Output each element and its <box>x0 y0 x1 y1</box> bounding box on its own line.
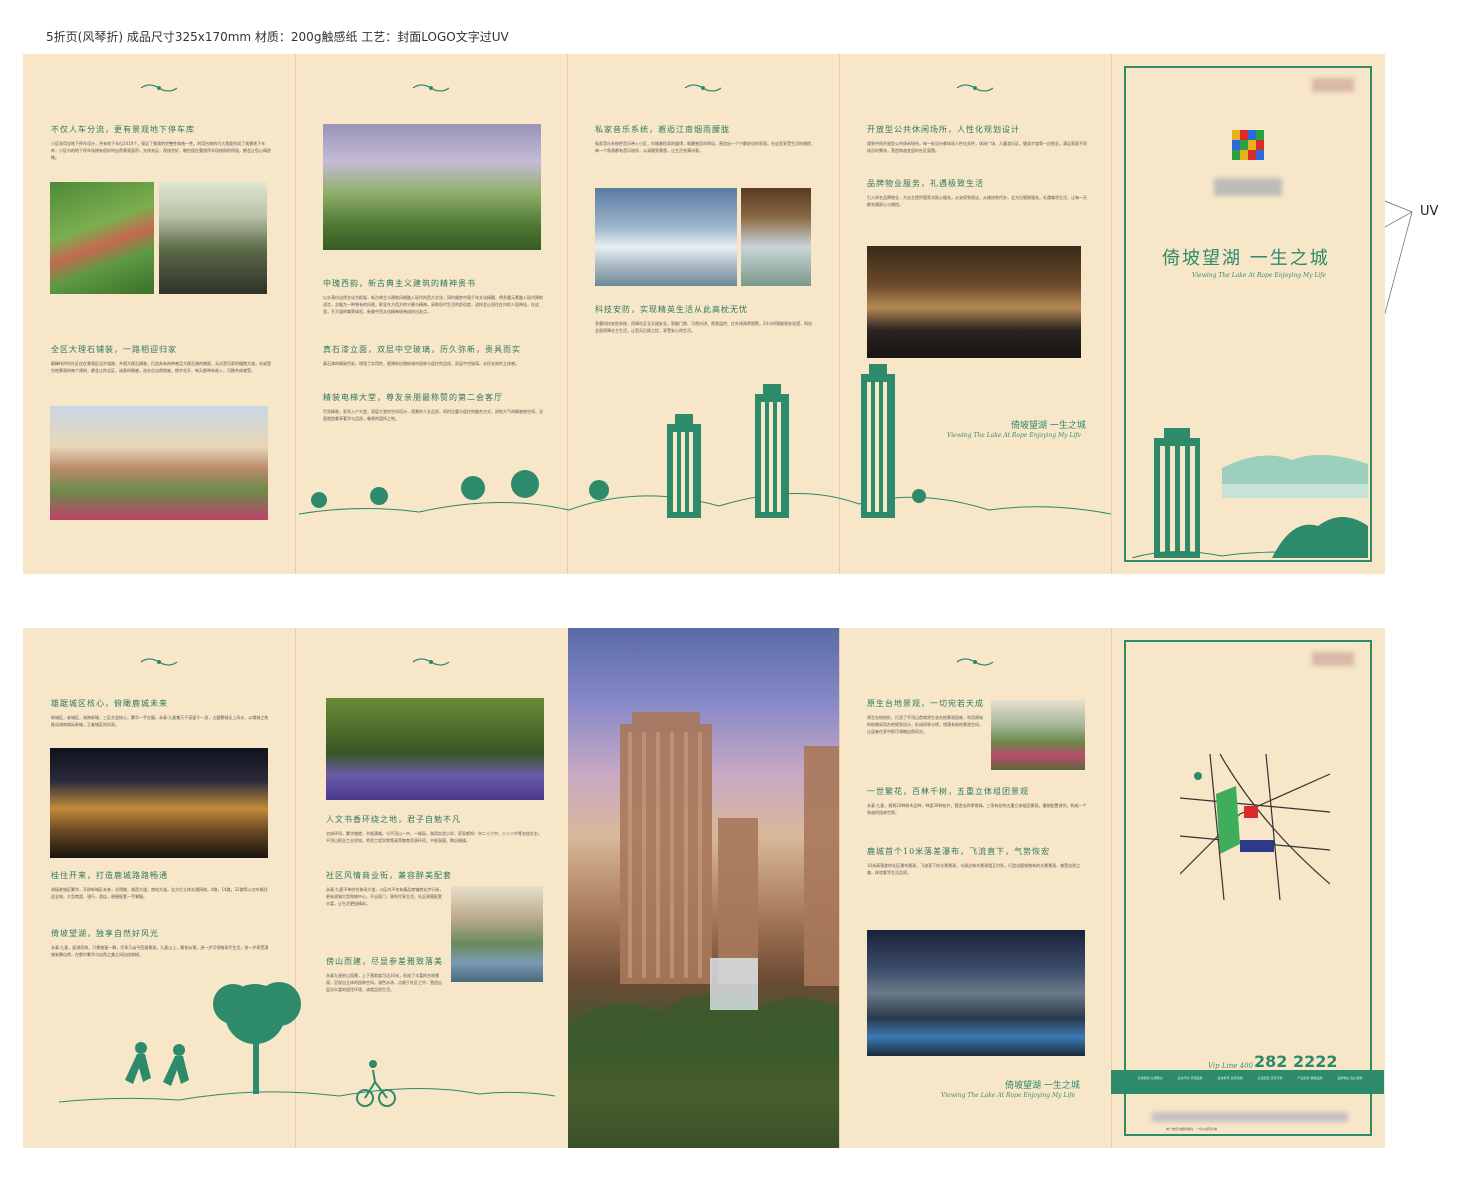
section-heading: 科技安防，实现精英生活从此高枕无忧 <box>595 305 748 314</box>
terrace-garden-photo <box>991 700 1085 770</box>
section-text: 引入知名品牌物业，为业主提供管家式贴心服务，从安保到保洁，从维修到代办，全方位细… <box>867 195 1087 207</box>
hero-towers-silhouette <box>568 712 839 1148</box>
section-heading: 真石漆立面，双层中空玻璃，历久弥新，贵具而实 <box>323 345 521 354</box>
residential-towers-photo <box>50 406 268 520</box>
cover-slogan: 倚坡望湖 一生之城 <box>1162 248 1330 269</box>
ornament-icon <box>956 84 994 92</box>
night-pool-photo <box>867 930 1085 1056</box>
section-text: 永泰·九星，规划24种树木品种，种类30种花卉，营造出四季常绿，三季有花的五重立… <box>867 803 1087 815</box>
feature-item: 生活配套 应有尽有 <box>1257 1076 1283 1080</box>
section-text: 以水滴仿自然文化为框架，新古典主义建筑风格融入现代的西方文化，同时顺势中国千年文… <box>323 295 543 314</box>
section-heading: 不仅人车分流，更有景观地下停车库 <box>51 125 195 134</box>
developer-logo-blurred <box>1312 652 1354 666</box>
feature-item: 产品优势 精致品质 <box>1297 1076 1323 1080</box>
kids-tree-illustration <box>59 982 555 1107</box>
hotel-entrance-photo <box>867 246 1081 358</box>
section-text: 多重科技安防系统，保障社区全天候安全，智能门禁、可视对讲、视频监控、红外线周界报… <box>595 321 813 333</box>
skyline-illustration <box>299 364 1111 518</box>
fold-line <box>1111 54 1112 574</box>
project-logo-icon <box>1232 130 1264 160</box>
underground-garage-photo <box>159 182 267 294</box>
section-heading: 倚坡望湖，独享自然好风光 <box>51 929 159 938</box>
ornament-icon <box>412 658 450 666</box>
feature-item: 交通便捷 交通畅达 <box>1137 1076 1163 1080</box>
hero-towers-photo <box>568 628 839 1148</box>
back-cover: Vip Line 400 282 2222 本广告仅为要约邀请，一切以合同为准 <box>1124 640 1372 1136</box>
top-sheet: 不仅人车分流，更有景观地下停车库 小区采用全地下停车设计，共有地下车位2410个… <box>23 54 1385 574</box>
section-heading: 社区风情商业街，兼容醉美配套 <box>326 871 452 880</box>
spec-note: 5折页(风琴折) 成品尺寸325x170mm 材质：200g触感纸 工艺：封面L… <box>46 30 509 44</box>
section-text: 新城区，老城区，湖南新城，三区交会核心，繁华一手在握。永泰·九星集万千宠爱于一身… <box>51 715 269 727</box>
section-text: 原生台地地形，打造了平顶山首席原生态台地景观园林，利用原始的地貌采用台地规划设计… <box>867 715 983 734</box>
section-heading: 人文书香环绕之地，君子自勉不凡 <box>326 815 461 824</box>
section-heading: 桂住开来，打造鹿城路路畅通 <box>51 871 168 880</box>
section-text: 10米高落差的社区瀑布景观，飞流直下的水景景观，与周边林木景观相互衬托，打造出鹿… <box>867 863 1081 875</box>
section-text: 小区采用全地下停车设计，共有地下车位2410个，保证了景观的完整性和统一性。利用… <box>51 141 271 160</box>
panel-slogan-en: Viewing The Lake At Rope Enjoying My Lif… <box>941 1092 1076 1099</box>
section-heading: 一世繁花，百林千树，五重立体组团景观 <box>867 787 1029 796</box>
project-name-blurred <box>1214 178 1282 196</box>
section-text: 永泰·九星，面湖而筑，只需推窗一瞬，尽享万亩平西湖景观，九星山上，繁花似锦，进一… <box>51 945 269 957</box>
ornament-icon <box>412 84 450 92</box>
section-text: 名校环伺，繁华铺就，书香满城，与平顶山一中，一格局，湖滨实验小学，家家都知：市二… <box>326 831 542 843</box>
section-heading: 私家音乐系统，邂逅江南烟雨朦胧 <box>595 125 730 134</box>
bottom-sheet: 雄踞城区核心，俯瞰鹿城未来 新城区，老城区，湖南新城，三区交会核心，繁华一手在握… <box>23 628 1385 1148</box>
ornament-icon <box>140 658 178 666</box>
panel-slogan: 倚坡望湖 一生之城 <box>1005 1081 1080 1091</box>
ornament-icon <box>140 84 178 92</box>
garden-path-photo <box>50 182 154 294</box>
section-text: 颠峰伟岸的社区仅在景观区设步道路，并随大理石铺装，打造具有热带感且大理石铺的铺面… <box>51 361 271 373</box>
tower-lake-photo <box>451 886 543 982</box>
location-map <box>1180 754 1330 900</box>
section-heading: 开放型公共休闲场所，人性化规划设计 <box>867 125 1020 134</box>
pavilion-mist-photo <box>741 188 811 286</box>
fountain-garden-photo <box>323 124 541 250</box>
bottom-panel-4: 原生台地景观，一切宛若天成 原生台地地形，打造了平顶山首席原生态台地景观园林，利… <box>839 628 1111 1148</box>
forest-painting-photo <box>326 698 544 800</box>
section-heading: 品牌物业服务，礼遇极致生活 <box>867 179 984 188</box>
hotline-number: 282 2222 <box>1254 1052 1338 1071</box>
footer-disclaimer: 本广告仅为要约邀请，一切以合同为准 <box>1166 1127 1218 1131</box>
section-heading: 傍山而建，尽显参差雅致落美 <box>326 957 443 966</box>
section-heading: 雄踞城区核心，俯瞰鹿城未来 <box>51 699 168 708</box>
section-text: 永泰·九星不单综合休闲大道，小区内不仅有精品商铺商业步行街，更有双城大型购物中心… <box>326 887 444 906</box>
developer-logo-blurred <box>1312 78 1354 92</box>
lake-tower-illustration <box>1132 428 1368 558</box>
address-blurred <box>1152 1112 1348 1122</box>
ornament-icon <box>956 658 994 666</box>
section-heading: 原生台地景观，一切宛若天成 <box>867 699 984 708</box>
cover-slogan-en: Viewing The Lake At Rope Enjoying My Lif… <box>1192 272 1327 279</box>
feature-item: 名校教育 资源优越 <box>1217 1076 1243 1080</box>
top-panel-1: 不仅人车分流，更有景观地下停车库 小区采用全地下停车设计，共有地下车位2410个… <box>23 54 295 574</box>
section-text: 私家音乐系统把音乐带入小区，伴随着悦耳的旋律，唤醒感官的律动，营造出一个宁静舒适… <box>595 141 815 153</box>
feature-bar: 交通便捷 交通畅达 生态环境 景观宜居 名校教育 资源优越 生活配套 应有尽有 … <box>1111 1070 1384 1094</box>
vip-label: Vip Line 400 <box>1208 1062 1254 1070</box>
section-heading: 中瑰西韵，新古典主义建筑的精神贵书 <box>323 279 476 288</box>
uv-label: UV <box>1420 204 1439 219</box>
swan-fountain-photo <box>595 188 737 286</box>
ornament-icon <box>684 84 722 92</box>
feature-item: 品牌物业 贴心服务 <box>1337 1076 1363 1080</box>
front-cover: 倚坡望湖 一生之城 Viewing The Lake At Rope Enjoy… <box>1124 66 1372 562</box>
section-text: 承接老城区繁华，开辟新城区未来，光明路，湖滨大道，南电大道，全方位立体交通网络，… <box>51 887 268 899</box>
section-heading: 鹿城首个10米落差瀑布，飞流直下，气势恢宏 <box>867 847 1051 856</box>
feature-item: 生态环境 景观宜居 <box>1177 1076 1203 1080</box>
city-night-photo <box>50 748 268 858</box>
section-heading: 全区大理石铺装，一路相迎归家 <box>51 345 177 354</box>
section-text: 规划中的开放型公共休闲场所，每一处设计都体现人性化关怀，休闲广场、儿童游乐区、健… <box>867 141 1087 153</box>
